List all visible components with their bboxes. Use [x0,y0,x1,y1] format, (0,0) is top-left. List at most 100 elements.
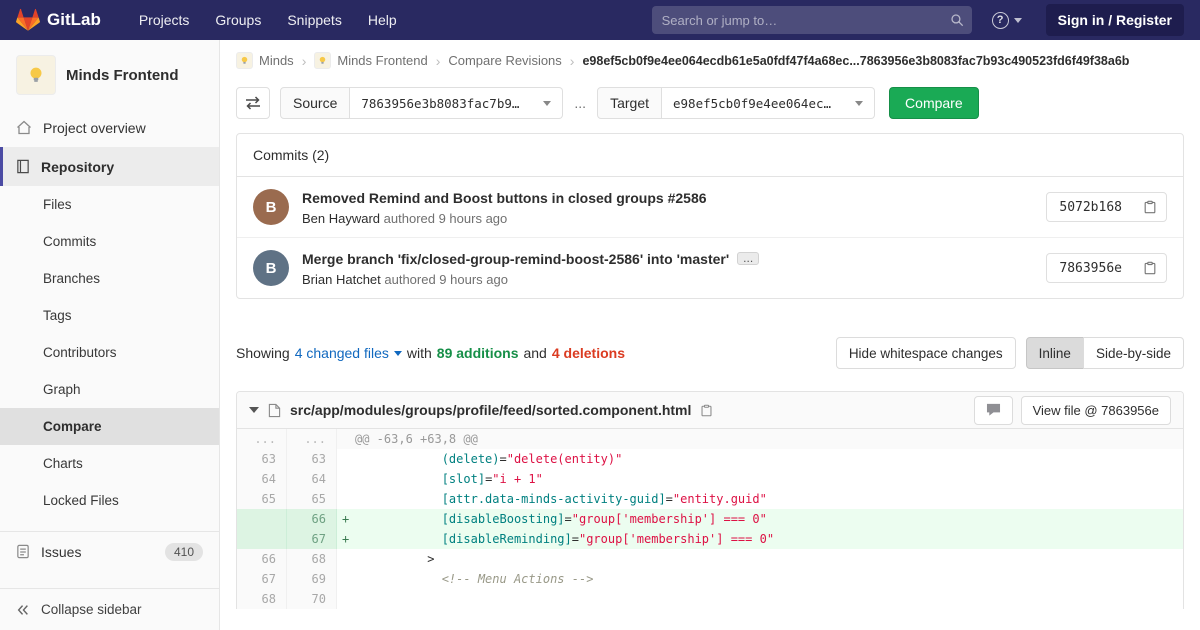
copy-file-path-icon[interactable] [700,404,713,417]
commit-sha-link[interactable]: 5072b168 [1047,200,1134,215]
showing-text: Showing [236,345,290,361]
gitlab-home-link[interactable]: GitLab [16,8,101,32]
changed-files-dropdown[interactable]: 4 changed files [295,345,402,361]
sidebar-item-locked-files[interactable]: Locked Files [0,482,219,519]
sidebar-item-repository[interactable]: Repository [0,147,219,186]
sidebar-item-branches[interactable]: Branches [0,260,219,297]
sidebar-item-tags[interactable]: Tags [0,297,219,334]
breadcrumb-label: Minds [259,53,294,68]
commit-author-avatar[interactable]: B [253,189,289,225]
old-line-number[interactable]: 68 [237,589,287,609]
file-diff-header: src/app/modules/groups/profile/feed/sort… [237,392,1183,429]
minds-group-avatar [236,52,253,69]
sidebar-item-label: Issues [41,543,82,560]
new-line-number[interactable]: 63 [287,449,337,469]
diff-row: 65 65 [attr.data-minds-activity-guid]="en… [237,489,1183,509]
diff-code-line: [slot]="i + 1" [441,472,543,486]
source-input-group: Source 7863956e3b8083fac7b9… [280,87,564,119]
commit-author-name[interactable]: Brian Hatchet [302,272,381,287]
collapse-diff-caret-icon[interactable] [249,407,259,413]
sidebar-item-graph[interactable]: Graph [0,371,219,408]
inline-view-button[interactable]: Inline [1025,337,1084,369]
commit-sha-box: 5072b168 [1046,192,1167,222]
nav-link-help[interactable]: Help [368,12,397,28]
diff-file-path: src/app/modules/groups/profile/feed/sort… [290,402,692,418]
compare-revisions-form: Source 7863956e3b8083fac7b9… ... Target … [220,77,1200,119]
sidebar-item-contributors[interactable]: Contributors [0,334,219,371]
additions-count: 89 additions [436,345,519,361]
nav-link-projects[interactable]: Projects [139,12,190,28]
diff-code-line: <!-- Menu Actions --> [441,572,594,586]
new-line-number[interactable]: 65 [287,489,337,509]
toggle-comments-button[interactable] [973,395,1013,425]
commit-info: Merge branch 'fix/closed-group-remind-bo… [302,249,760,287]
help-icon: ? [991,11,1009,29]
target-input-group: Target e98ef5cb0f9e4ee064ec… [597,87,876,119]
new-line-number[interactable]: 68 [287,549,337,569]
compare-button[interactable]: Compare [889,87,979,119]
sidebar-item-commits[interactable]: Commits [0,223,219,260]
target-revision-dropdown[interactable]: e98ef5cb0f9e4ee064ec… [662,87,876,119]
commit-row: B Merge branch 'fix/closed-group-remind-b… [237,237,1183,298]
breadcrumb-item-minds[interactable]: Minds [236,52,294,69]
commit-author-avatar[interactable]: B [253,250,289,286]
chevron-down-icon [393,350,402,356]
new-line-number[interactable]: 64 [287,469,337,489]
old-line-number[interactable]: 65 [237,489,287,509]
project-sidebar: Minds Frontend Project overview Reposito… [0,40,220,630]
view-file-button[interactable]: View file @ 7863956e [1020,395,1171,425]
old-line-number[interactable]: 63 [237,449,287,469]
new-line-number[interactable]: 66 [287,509,337,529]
old-line-number[interactable] [237,529,287,549]
sign-in-register-button[interactable]: Sign in / Register [1045,4,1184,36]
old-line-number[interactable] [237,509,287,529]
diff-mode-toggle: Inline Side-by-side [1025,337,1184,369]
new-line-number[interactable]: 70 [287,589,337,609]
old-line-number[interactable]: 64 [237,469,287,489]
breadcrumb-item-minds-frontend[interactable]: Minds Frontend [314,52,428,69]
breadcrumb-separator-icon: › [435,52,441,69]
diff-row: 64 64 [slot]="i + 1" [237,469,1183,489]
new-line-number[interactable]: 69 [287,569,337,589]
commit-title-link[interactable]: Removed Remind and Boost buttons in clos… [302,190,707,206]
hide-whitespace-button[interactable]: Hide whitespace changes [835,337,1016,369]
commit-author-name[interactable]: Ben Hayward [302,211,380,226]
breadcrumb-item-compare-revisions[interactable]: Compare Revisions [448,53,561,68]
commit-sha-box: 7863956e [1046,253,1167,283]
target-revision-value: e98ef5cb0f9e4ee064ec… [673,95,832,111]
with-text: with [406,345,432,361]
side-by-side-view-button[interactable]: Side-by-side [1082,337,1184,369]
help-dropdown[interactable]: ? [991,11,1022,29]
commit-sha-link[interactable]: 7863956e [1047,261,1134,276]
source-revision-dropdown[interactable]: 7863956e3b8083fac7b9… [350,87,564,119]
search-input[interactable] [651,6,972,34]
nav-link-snippets[interactable]: Snippets [287,12,341,28]
old-line-number[interactable]: 66 [237,549,287,569]
swap-revisions-button[interactable] [236,87,270,119]
sidebar-item-project-overview[interactable]: Project overview [0,108,219,147]
diff-row: 66 + [disableBoosting]="group['membership… [237,509,1183,529]
project-context-header[interactable]: Minds Frontend [0,40,219,108]
diff-row: 68 70 [237,589,1183,609]
new-line-number[interactable]: 67 [287,529,337,549]
sidebar-item-charts[interactable]: Charts [0,445,219,482]
collapse-sidebar-label: Collapse sidebar [41,602,142,617]
home-icon [16,120,32,135]
target-label: Target [597,87,662,119]
copy-sha-button[interactable] [1134,254,1166,282]
commit-title-link[interactable]: Merge branch 'fix/closed-group-remind-bo… [302,251,729,267]
sidebar-item-issues[interactable]: Issues 410 [0,532,219,571]
diff-code-line: + [disableReminding]="group['membership'… [337,529,1183,549]
commits-panel-header: Commits (2) [237,134,1183,177]
main-content: Minds › Minds Frontend › Compare Revisio… [220,0,1200,630]
nav-link-groups[interactable]: Groups [215,12,261,28]
gitlab-wordmark: GitLab [47,10,101,29]
sidebar-item-compare[interactable]: Compare [0,408,219,445]
issues-count-badge: 410 [164,542,203,561]
commit-message-expander[interactable]: ... [737,252,760,265]
commit-list: B Removed Remind and Boost buttons in clo… [237,177,1183,298]
copy-sha-button[interactable] [1134,193,1166,221]
sidebar-item-files[interactable]: Files [0,186,219,223]
old-line-number[interactable]: 67 [237,569,287,589]
collapse-sidebar-button[interactable]: Collapse sidebar [0,588,219,630]
